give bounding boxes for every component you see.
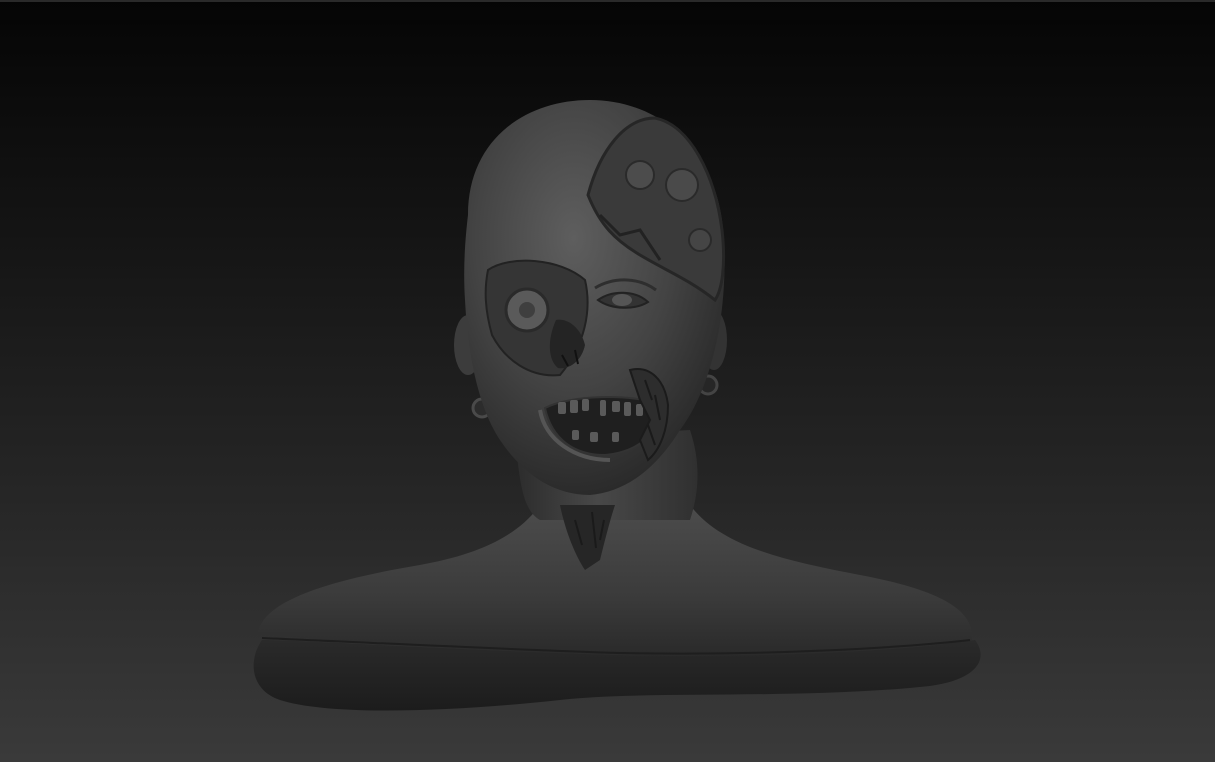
shoulders [258,505,973,656]
render-viewport[interactable] [0,0,1215,762]
zombie-bust-render [253,100,981,711]
